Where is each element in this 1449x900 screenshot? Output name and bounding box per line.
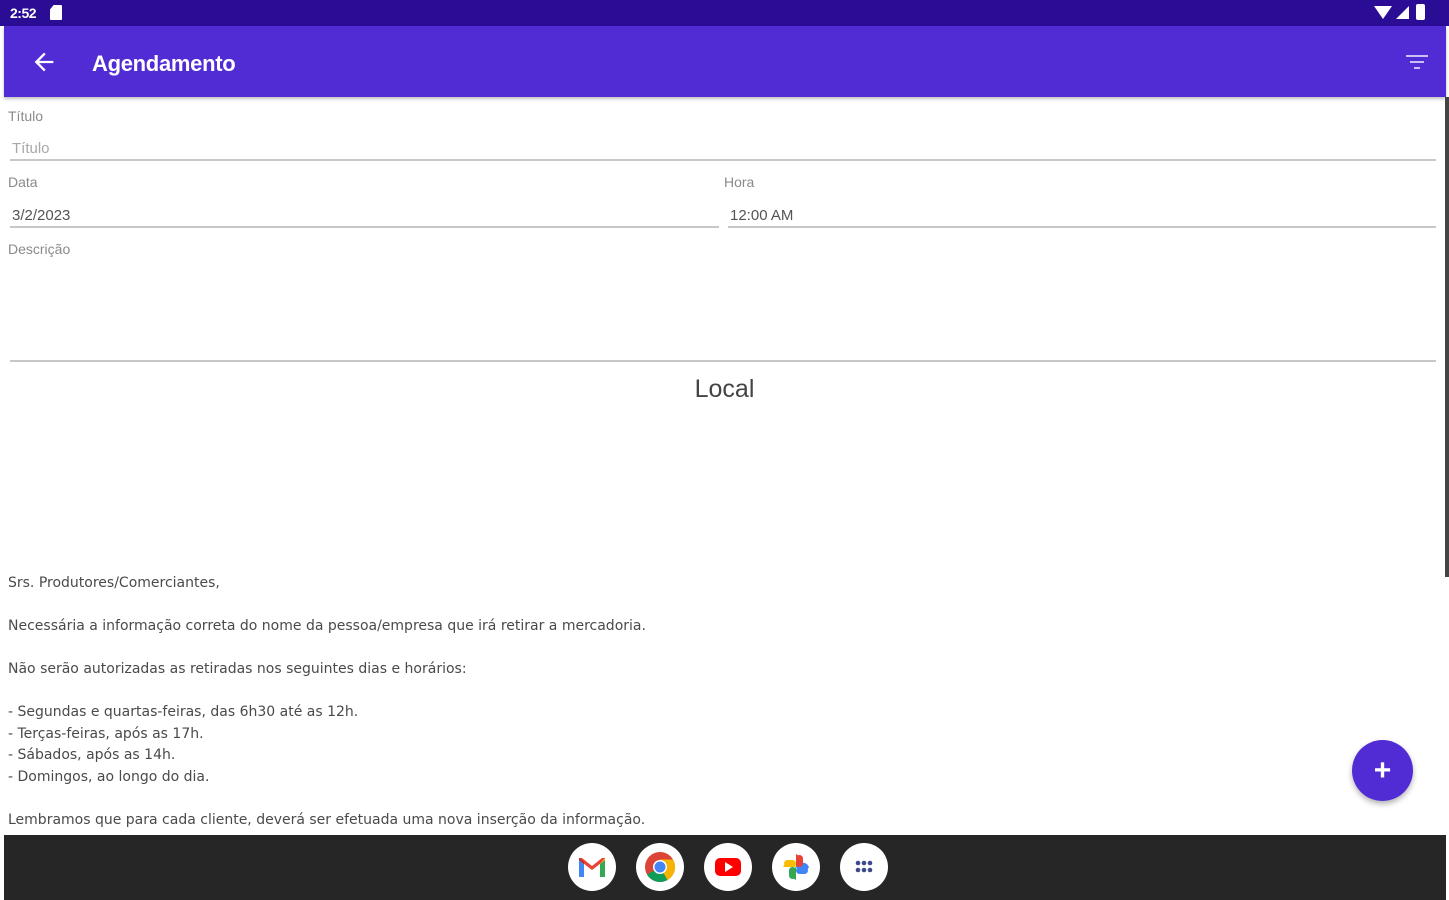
time-picker[interactable] (728, 204, 1436, 228)
sim-card-icon (50, 5, 62, 20)
status-bar: 2:52 (0, 0, 1449, 26)
descricao-textarea[interactable] (10, 262, 1436, 362)
notice-list-item: - Segundas e quartas-feiras, das 6h30 at… (8, 704, 359, 720)
back-arrow-icon[interactable] (30, 48, 58, 76)
add-button[interactable]: + (1352, 740, 1413, 801)
battery-icon (1416, 4, 1425, 20)
notice-list-item: - Sábados, após as 14h. (8, 747, 176, 763)
notice-list-item: - Domingos, ao longo do dia. (8, 768, 210, 785)
plus-icon: + (1373, 753, 1392, 787)
signal-icon (1396, 5, 1409, 19)
notice-line: Não serão autorizadas as retiradas nos s… (8, 661, 467, 677)
chrome-icon[interactable] (636, 843, 684, 891)
app-drawer-icon[interactable] (840, 843, 888, 891)
status-icons (1374, 4, 1425, 20)
page-title: Agendamento (92, 51, 236, 76)
date-picker[interactable] (10, 204, 719, 228)
notice-list-item: - Terças-feiras, após as 17h. (8, 725, 204, 742)
gmail-icon[interactable] (568, 843, 616, 891)
titulo-input[interactable] (10, 137, 1436, 161)
youtube-icon[interactable] (704, 843, 752, 891)
notice-closing: Lembramos que para cada cliente, deverá … (8, 811, 646, 828)
notice-text: Srs. Produtores/Comerciantes, Necessária… (8, 573, 1208, 831)
data-label: Data (8, 174, 38, 190)
titulo-label: Título (8, 108, 44, 124)
hora-label: Hora (724, 174, 755, 190)
notice-greeting: Srs. Produtores/Comerciantes, (8, 575, 220, 591)
scrollbar (1445, 97, 1449, 577)
taskbar (4, 835, 1446, 900)
local-title: Local (694, 375, 755, 403)
notice-line: Necessária a informação correta do nome … (8, 618, 646, 634)
wifi-icon (1374, 5, 1392, 19)
app-bar: Agendamento (4, 26, 1446, 97)
status-time: 2:52 (10, 5, 37, 21)
photos-icon[interactable] (772, 843, 820, 891)
filter-icon[interactable] (1406, 54, 1428, 72)
app-dock (568, 843, 888, 891)
descricao-label: Descrição (8, 241, 71, 257)
